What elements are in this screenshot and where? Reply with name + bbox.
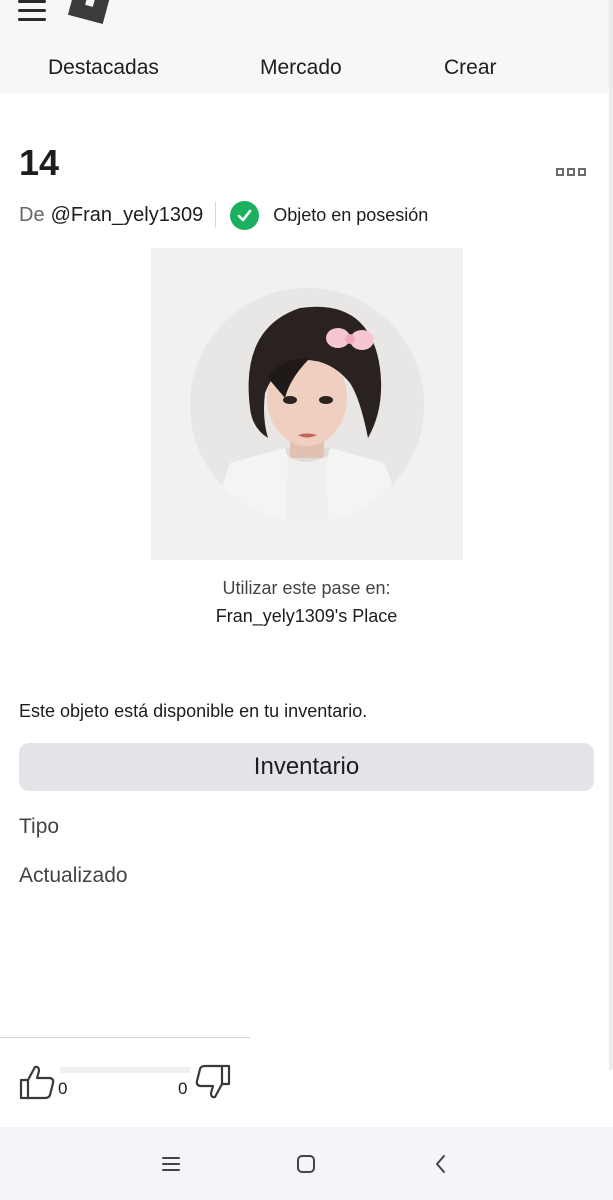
inventory-button[interactable]: Inventario xyxy=(19,743,594,791)
nav-mercado[interactable]: Mercado xyxy=(260,56,342,80)
thumbs-up-icon[interactable] xyxy=(18,1063,56,1101)
item-title: 14 xyxy=(19,142,60,183)
vote-ratio-bar xyxy=(60,1067,190,1073)
creator-link[interactable]: @Fran_yely1309 xyxy=(51,204,204,227)
thumbs-down-icon[interactable] xyxy=(194,1063,232,1101)
recents-icon[interactable] xyxy=(158,1151,184,1177)
check-circle-icon xyxy=(230,200,260,230)
more-options-icon[interactable] xyxy=(556,168,586,178)
place-link[interactable]: Fran_yely1309's Place xyxy=(0,606,613,627)
creator-row: De @Fran_yely1309 Objeto en posesión xyxy=(19,200,428,230)
divider xyxy=(215,202,217,228)
type-label: Tipo xyxy=(19,815,60,838)
owned-status: Objeto en posesión xyxy=(273,204,429,225)
upvote-count: 0 xyxy=(58,1079,68,1098)
hamburger-menu-icon[interactable] xyxy=(18,0,46,22)
updated-label: Actualizado xyxy=(19,864,128,887)
downvote-count: 0 xyxy=(178,1079,188,1098)
roblox-logo-icon[interactable] xyxy=(66,0,114,26)
vote-row: 0 0 xyxy=(18,1063,238,1105)
use-pass-label: Utilizar este pase en: xyxy=(222,578,391,598)
nav-destacadas[interactable]: Destacadas xyxy=(48,56,159,80)
availability-text: Este objeto está disponible en tu invent… xyxy=(19,701,368,721)
avatar-image xyxy=(190,288,424,522)
divider xyxy=(0,1037,250,1038)
creator-prefix: De xyxy=(19,203,45,226)
back-icon[interactable] xyxy=(428,1151,454,1177)
system-nav-bar xyxy=(0,1127,613,1200)
nav-crear[interactable]: Crear xyxy=(444,56,497,80)
item-thumbnail xyxy=(151,248,463,560)
top-header: Destacadas Mercado Crear xyxy=(0,0,613,93)
home-icon[interactable] xyxy=(293,1151,319,1177)
scrollbar-track xyxy=(609,0,613,1070)
